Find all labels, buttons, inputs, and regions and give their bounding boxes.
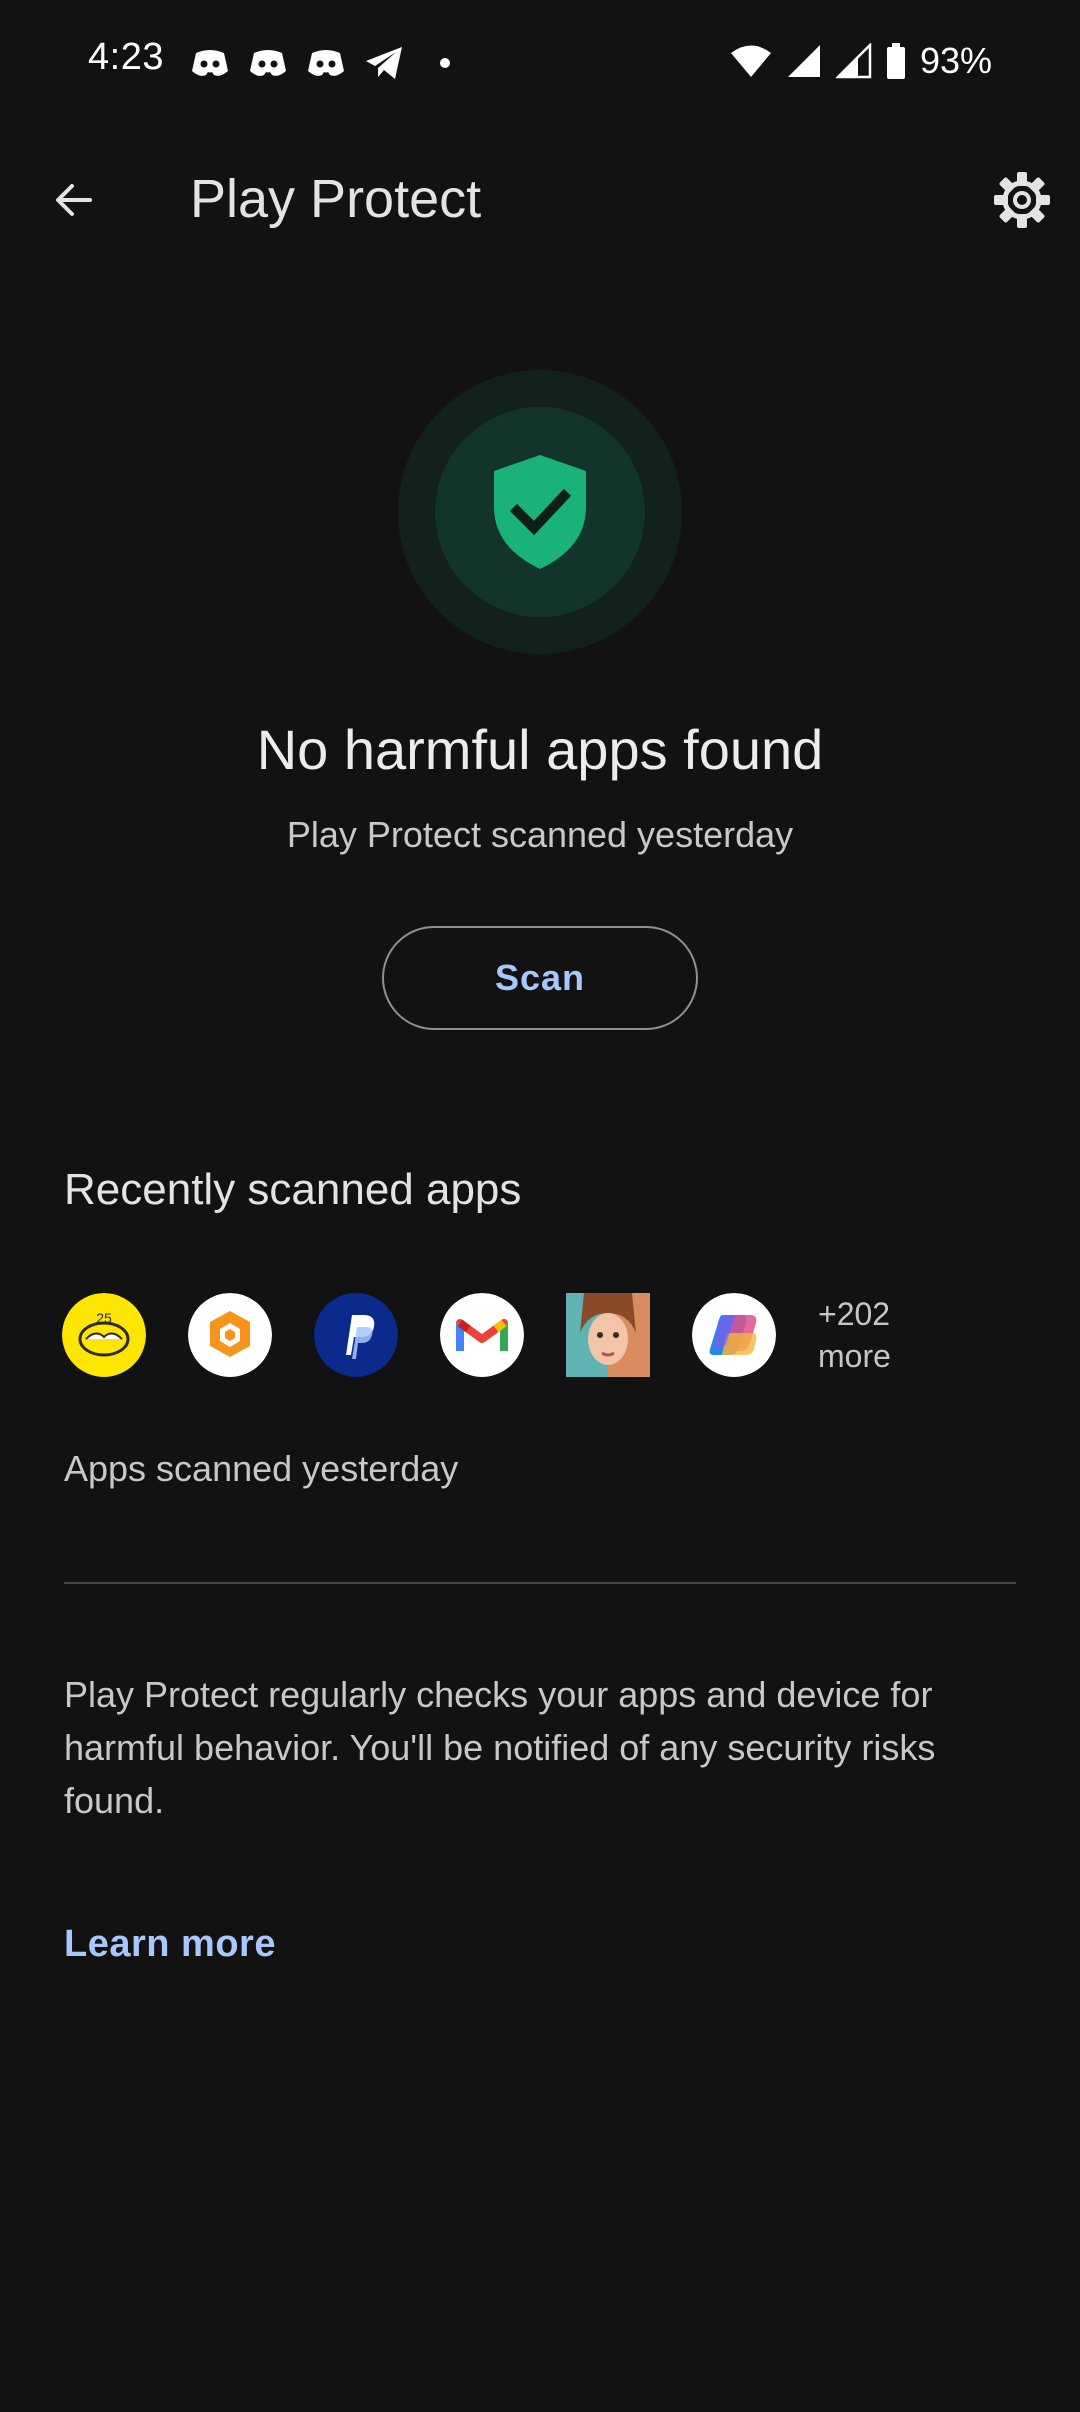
last-scan-text: Play Protect scanned yesterday [286, 814, 794, 855]
battery-icon [886, 43, 905, 79]
apps-scanned-caption: Apps scanned yesterday [64, 1448, 459, 1489]
gmail-icon [440, 1293, 524, 1377]
discord-icon [308, 50, 344, 76]
more-apps-count: +202 more [818, 1293, 891, 1377]
system-status-icons: 93% [730, 38, 992, 84]
status-bar: 4:23 93% [0, 0, 1080, 126]
shield-check-icon [494, 455, 586, 569]
arrow-back-icon [56, 184, 92, 216]
app-icon-yellow-handshake: 25 [62, 1293, 146, 1377]
copilot-icon [692, 1293, 776, 1377]
more-apps-label: more [818, 1338, 891, 1374]
settings-button[interactable] [978, 156, 1066, 244]
more-apps-number: +202 [818, 1296, 891, 1332]
signal-icon [835, 43, 872, 79]
section-divider [64, 1582, 1016, 1584]
app-icon-orange-cube [188, 1293, 272, 1377]
svg-text:25: 25 [96, 1310, 112, 1326]
wifi-icon [730, 45, 771, 77]
paypal-icon [314, 1293, 398, 1377]
back-button[interactable] [34, 160, 114, 240]
recent-apps-row: 25 +202 more [62, 1292, 891, 1378]
status-headline: No harmful apps found [256, 718, 824, 781]
signal-icon [787, 45, 820, 77]
learn-more-link[interactable]: Learn more [64, 1918, 276, 1970]
app-icon-portrait [566, 1293, 650, 1377]
recent-apps-title: Recently scanned apps [64, 1165, 522, 1214]
dot-icon [440, 58, 450, 68]
top-app-bar: Play Protect [0, 126, 1080, 272]
discord-icon [192, 50, 228, 76]
page-title: Play Protect [190, 169, 482, 229]
scan-button[interactable]: Scan [382, 926, 698, 1030]
play-protect-description: Play Protect regularly checks your apps … [64, 1674, 936, 1821]
notification-icons [190, 40, 452, 86]
status-time: 4:23 [88, 36, 164, 78]
gear-icon [994, 172, 1050, 228]
telegram-icon [366, 47, 402, 79]
battery-percent: 93% [919, 40, 992, 81]
discord-icon [250, 50, 286, 76]
status-shield-halo [398, 370, 682, 654]
status-shield-circle [435, 407, 645, 617]
